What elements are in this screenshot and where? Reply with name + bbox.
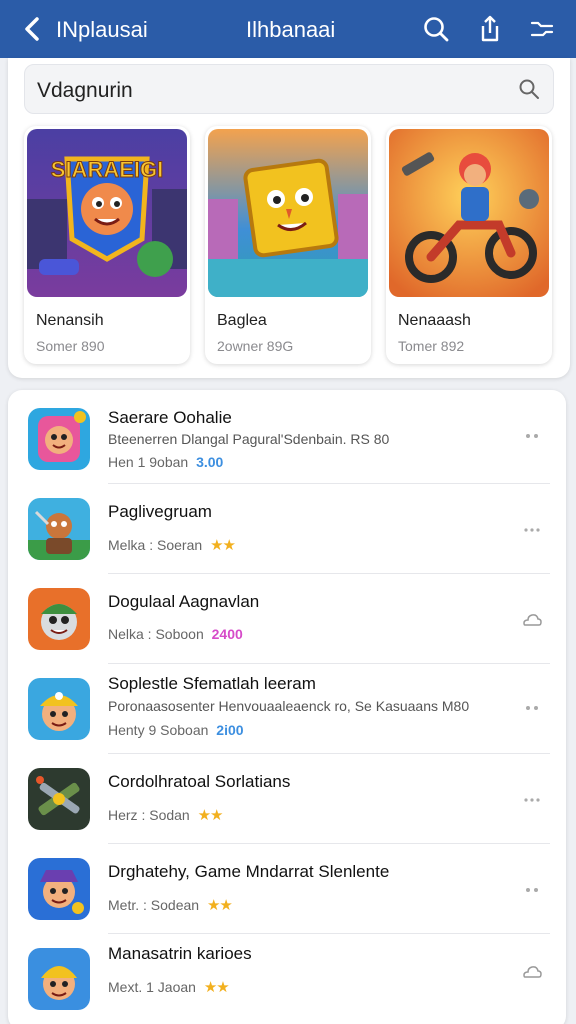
list-item[interactable]: Manasatrin karioes Mext. 1 Jaoan ★★ (8, 934, 566, 1024)
item-meta: Hen 1 9oban 3.00 (108, 454, 223, 470)
section-title: Ilhbanaai (246, 17, 336, 42)
item-description: Poronaasosenter Henvouaaleaenck ro, Se K… (108, 698, 470, 714)
item-title: Dogulaal Aagnavlan (108, 592, 260, 611)
pink-hero-icon (28, 408, 90, 470)
item-badge: 2i00 (216, 722, 244, 738)
list-item[interactable]: Paglivegruam Melka : Soeran ★★ (8, 484, 566, 574)
item-meta-text: Hen 1 9oban (108, 454, 189, 470)
pirate-hero-icon (28, 858, 90, 920)
warrior-icon (28, 498, 90, 560)
card-title: Nenaaash (398, 312, 471, 329)
card-subtitle: Somer 890 (36, 338, 105, 354)
more-dots-icon[interactable] (520, 424, 544, 448)
list-item[interactable]: Dogulaal Aagnavlan Nelka : Soboon 2400 (8, 574, 566, 664)
list-item[interactable]: Drghatehy, Game Mndarrat Slenlente Metr.… (8, 844, 566, 934)
rating-stars: ★★ (203, 979, 230, 996)
featured-panel: Vdagnurin SIARAEIGI Nenansih Somer 890 B… (8, 58, 570, 378)
motorbike-game-art (389, 129, 549, 297)
item-meta: Metr. : Sodean ★★ (108, 896, 233, 914)
card-title: Baglea (217, 312, 267, 329)
search-icon[interactable] (517, 77, 541, 101)
more-dots-icon[interactable] (520, 696, 544, 720)
rating-stars: ★★ (197, 807, 224, 824)
search-query[interactable]: Vdagnurin (37, 79, 133, 103)
strategy-game-art: SIARAEIGI (27, 129, 187, 297)
share-icon[interactable] (474, 13, 506, 45)
filter-icon[interactable] (526, 13, 558, 45)
item-title: Drghatehy, Game Mndarrat Slenlente (108, 862, 390, 881)
list-item[interactable]: Soplestle Sfematlah leeram Poronaasosent… (8, 664, 566, 754)
more-dots-icon[interactable] (520, 788, 544, 812)
list-item[interactable]: Saerare Oohalie Bteenerren Dlangal Pagur… (8, 394, 566, 484)
robot-cap-icon (28, 588, 90, 650)
featured-card[interactable]: Nenaaash Tomer 892 (386, 126, 552, 364)
helmet-hero-icon (28, 948, 90, 1010)
item-title: Cordolhratoal Sorlatians (108, 772, 291, 791)
rating-stars: ★★ (210, 537, 236, 554)
card-subtitle: 2owner 89G (217, 338, 294, 354)
item-title: Saerare Oohalie (108, 408, 232, 427)
weapons-icon (28, 768, 90, 830)
app-list: Saerare Oohalie Bteenerren Dlangal Pagur… (8, 390, 566, 1024)
more-dots-icon[interactable] (520, 518, 544, 542)
more-dots-icon[interactable] (520, 878, 544, 902)
list-item[interactable]: Cordolhratoal Sorlatians Herz : Sodan ★★ (8, 754, 566, 844)
search-icon[interactable] (420, 13, 452, 45)
item-meta: Mext. 1 Jaoan ★★ (108, 978, 230, 996)
item-badge: 2400 (211, 626, 243, 642)
item-meta-text: Mext. 1 Jaoan (108, 979, 196, 995)
item-title: Soplestle Sfematlah leeram (108, 674, 316, 693)
back-arrow-icon[interactable] (18, 14, 48, 44)
item-badge: 3.00 (196, 454, 224, 470)
item-meta: Melka : Soeran ★★ (108, 536, 236, 554)
item-title: Paglivegruam (108, 502, 212, 521)
svg-text:SIARAEIGI: SIARAEIGI (51, 157, 163, 182)
miner-boy-icon (28, 678, 90, 740)
card-subtitle: Tomer 892 (398, 338, 465, 354)
top-app-bar: INplausai Ilhbanaai (0, 0, 576, 58)
item-meta: Nelka : Soboon 2400 (108, 626, 243, 642)
search-field[interactable]: Vdagnurin (24, 64, 554, 114)
cloud-icon[interactable] (520, 960, 544, 984)
item-title: Manasatrin karioes (108, 944, 252, 963)
page-title: INplausai (56, 17, 148, 42)
cloud-icon[interactable] (520, 608, 544, 632)
item-description: Bteenerren Dlangal Pagural'Sdenbain. RS … (108, 431, 390, 447)
item-meta: Henty 9 Soboan 2i00 (108, 722, 244, 738)
featured-card[interactable]: Baglea 2owner 89G (205, 126, 371, 364)
item-meta-text: Melka : Soeran (108, 537, 203, 553)
item-meta-text: Metr. : Sodean (108, 897, 200, 913)
item-meta: Herz : Sodan ★★ (108, 806, 224, 824)
rating-stars: ★★ (206, 897, 233, 914)
item-meta-text: Herz : Sodan (108, 807, 190, 823)
card-title: Nenansih (36, 312, 104, 329)
item-meta-text: Henty 9 Soboan (108, 722, 209, 738)
item-meta-text: Nelka : Soboon (108, 626, 204, 642)
featured-card[interactable]: SIARAEIGI Nenansih Somer 890 (24, 126, 190, 364)
cube-hero-game-art (208, 129, 368, 297)
